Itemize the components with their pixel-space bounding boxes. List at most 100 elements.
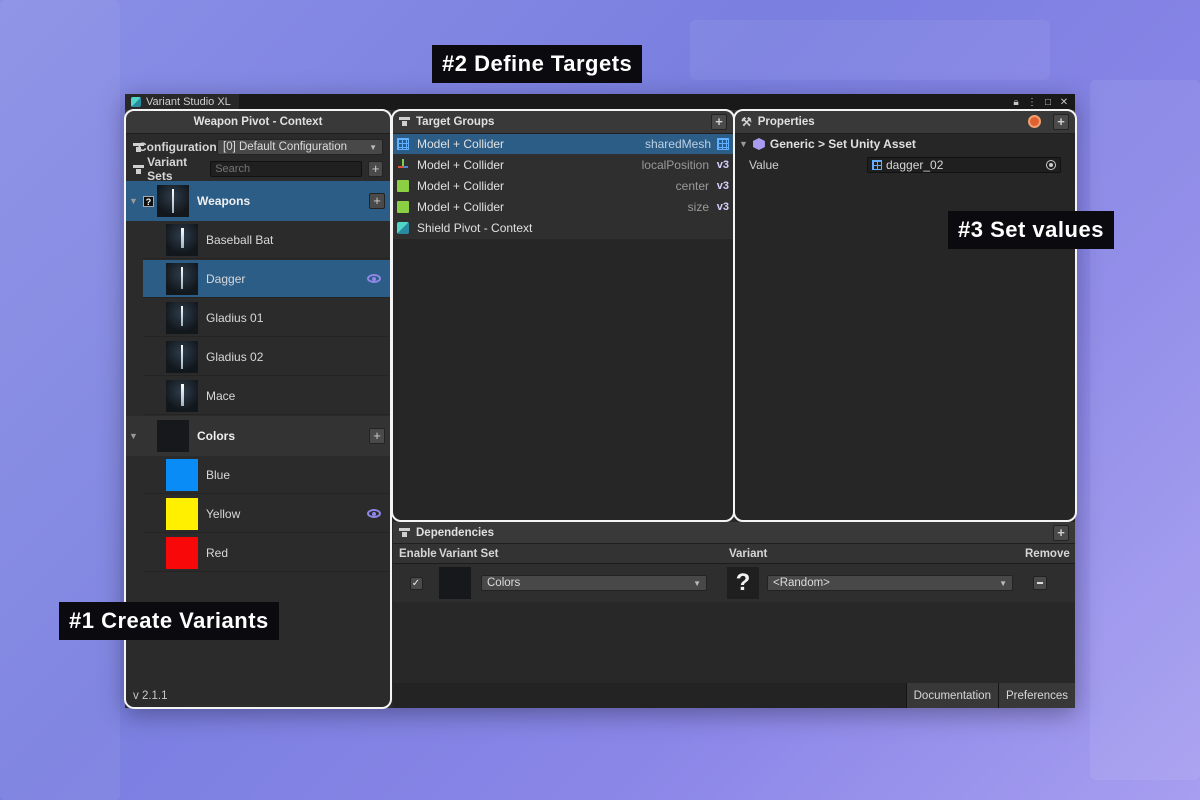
- target-groups-icon: [399, 117, 410, 126]
- dependency-row: ✓ Colors ▼ ? <Random> ▼: [393, 564, 1075, 602]
- variant-thumbnail: [166, 379, 198, 412]
- context-title: Weapon Pivot - Context: [125, 110, 391, 134]
- variant-name: Yellow: [206, 506, 241, 521]
- variant-sets-icon: [133, 164, 145, 174]
- properties-panel: ⚒ Properties + ▼ Generic > Set Unity Ass…: [735, 110, 1075, 520]
- window-titlebar: Variant Studio XL 🔒︎ ⋮ □ ✕: [125, 94, 1075, 110]
- variant-thumbnail: [166, 340, 198, 373]
- maximize-icon[interactable]: □: [1043, 97, 1053, 108]
- add-variant-set-button[interactable]: +: [368, 161, 383, 177]
- variant-search-input[interactable]: [210, 161, 363, 177]
- lock-icon[interactable]: 🔒︎: [1011, 97, 1021, 108]
- target-group-row[interactable]: Model + Collider sharedMesh: [393, 134, 733, 155]
- mesh-icon: [397, 138, 409, 150]
- variant-dropdown[interactable]: <Random> ▼: [767, 575, 1013, 591]
- dependencies-icon: [399, 528, 410, 537]
- variant-sets-label: Variant Sets: [147, 155, 188, 183]
- preview-eye-icon[interactable]: [367, 274, 381, 283]
- dependencies-header: Dependencies +: [393, 522, 1075, 544]
- add-variant-button[interactable]: +: [369, 193, 385, 209]
- asset-hex-icon: [752, 138, 765, 150]
- dropdown-arrow-icon: ▼: [999, 578, 1007, 588]
- random-variant-thumbnail: ?: [727, 567, 759, 599]
- target-groups-panel: Target Groups + Model + Collider sharedM…: [393, 110, 733, 520]
- dropdown-arrow-icon: ▼: [369, 142, 377, 152]
- target-group-row[interactable]: Shield Pivot - Context: [393, 218, 733, 239]
- version-label: v 2.1.1: [133, 690, 168, 702]
- variant-set-dropdown[interactable]: Colors ▼: [481, 575, 707, 591]
- remove-dependency-button[interactable]: [1033, 576, 1047, 590]
- documentation-button[interactable]: Documentation: [905, 683, 998, 708]
- column-variant: Variant: [729, 547, 768, 560]
- target-groups-title: Target Groups: [416, 115, 495, 128]
- background-shape: [1090, 80, 1200, 780]
- variant-set-colors[interactable]: ▼ Colors +: [125, 416, 391, 456]
- action-row[interactable]: ▼ Generic > Set Unity Asset: [735, 134, 1075, 154]
- target-group-row[interactable]: Model + Collider localPosition v3: [393, 155, 733, 176]
- box-collider-icon: [397, 180, 409, 192]
- vector3-icon: v3: [716, 180, 729, 192]
- variant-name: Baseball Bat: [206, 232, 274, 247]
- vector3-icon: v3: [716, 201, 729, 213]
- context-icon: [397, 222, 409, 234]
- add-dependency-button[interactable]: +: [1053, 524, 1069, 541]
- window-controls: 🔒︎ ⋮ □ ✕: [1011, 97, 1075, 108]
- record-icon[interactable]: [1028, 115, 1041, 128]
- variant-item[interactable]: Mace: [143, 377, 391, 415]
- variant-item[interactable]: Blue: [143, 456, 391, 494]
- wrench-icon: ⚒: [741, 114, 752, 129]
- value-row: Value dagger_02: [735, 154, 1075, 176]
- add-variant-button[interactable]: +: [369, 428, 385, 444]
- configuration-dropdown[interactable]: [0] Default Configuration ▼: [217, 139, 383, 155]
- expand-triangle-icon[interactable]: ▼: [739, 139, 748, 149]
- color-swatch: [166, 458, 198, 491]
- variant-set-name: Colors: [197, 429, 236, 443]
- variant-set-weapons[interactable]: ▼ ? Weapons +: [125, 181, 391, 221]
- dependencies-title: Dependencies: [416, 526, 494, 539]
- variant-set-name: Weapons: [197, 194, 251, 208]
- variant-item[interactable]: Gladius 02: [143, 338, 391, 376]
- variant-name: Mace: [206, 388, 236, 403]
- configuration-value: [0] Default Configuration: [223, 141, 348, 153]
- variant-thumbnail: [166, 262, 198, 295]
- close-icon[interactable]: ✕: [1059, 97, 1069, 108]
- variant-item[interactable]: Gladius 01: [143, 299, 391, 337]
- variant-item[interactable]: Red: [143, 534, 391, 572]
- color-swatch: [166, 497, 198, 530]
- colors-thumbnail: [157, 420, 189, 452]
- asset-value: dagger_02: [886, 158, 944, 172]
- callout-define-targets: #2 Define Targets: [432, 45, 643, 83]
- expand-triangle-icon[interactable]: ▼: [129, 196, 143, 206]
- expand-triangle-icon[interactable]: ▼: [129, 431, 143, 441]
- enable-checkbox[interactable]: ✓: [409, 576, 423, 590]
- variant-item[interactable]: Baseball Bat: [143, 221, 391, 259]
- color-swatch: [166, 536, 198, 569]
- asset-object-field[interactable]: dagger_02: [867, 157, 1061, 173]
- unknown-state-icon: ?: [143, 195, 154, 207]
- target-group-row[interactable]: Model + Collider size v3: [393, 197, 733, 218]
- preferences-button[interactable]: Preferences: [997, 683, 1075, 708]
- variant-name: Red: [206, 545, 229, 560]
- configuration-label: Configuration: [138, 140, 217, 154]
- window-tab[interactable]: Variant Studio XL: [125, 94, 239, 110]
- vector3-icon: v3: [716, 159, 729, 171]
- preview-eye-icon[interactable]: [367, 509, 381, 518]
- variant-name: Gladius 01: [206, 310, 264, 325]
- column-enable: Enable: [399, 547, 437, 560]
- column-variant-set: Variant Set: [439, 547, 499, 560]
- variant-item[interactable]: Yellow: [143, 495, 391, 533]
- column-remove: Remove: [1025, 547, 1070, 560]
- background-shape: [690, 20, 1050, 80]
- object-picker-icon[interactable]: [1046, 160, 1056, 170]
- variant-thumbnail: [166, 223, 198, 256]
- target-group-row[interactable]: Model + Collider center v3: [393, 176, 733, 197]
- add-target-group-button[interactable]: +: [711, 113, 727, 130]
- box-collider-icon: [397, 201, 409, 213]
- variant-item-selected[interactable]: Dagger: [143, 260, 391, 298]
- background-shape: [0, 0, 120, 800]
- properties-title: Properties: [757, 115, 815, 128]
- variant-name: Blue: [206, 467, 231, 482]
- add-property-button[interactable]: +: [1053, 113, 1069, 130]
- more-menu-icon[interactable]: ⋮: [1027, 97, 1037, 108]
- callout-create-variants: #1 Create Variants: [59, 602, 279, 640]
